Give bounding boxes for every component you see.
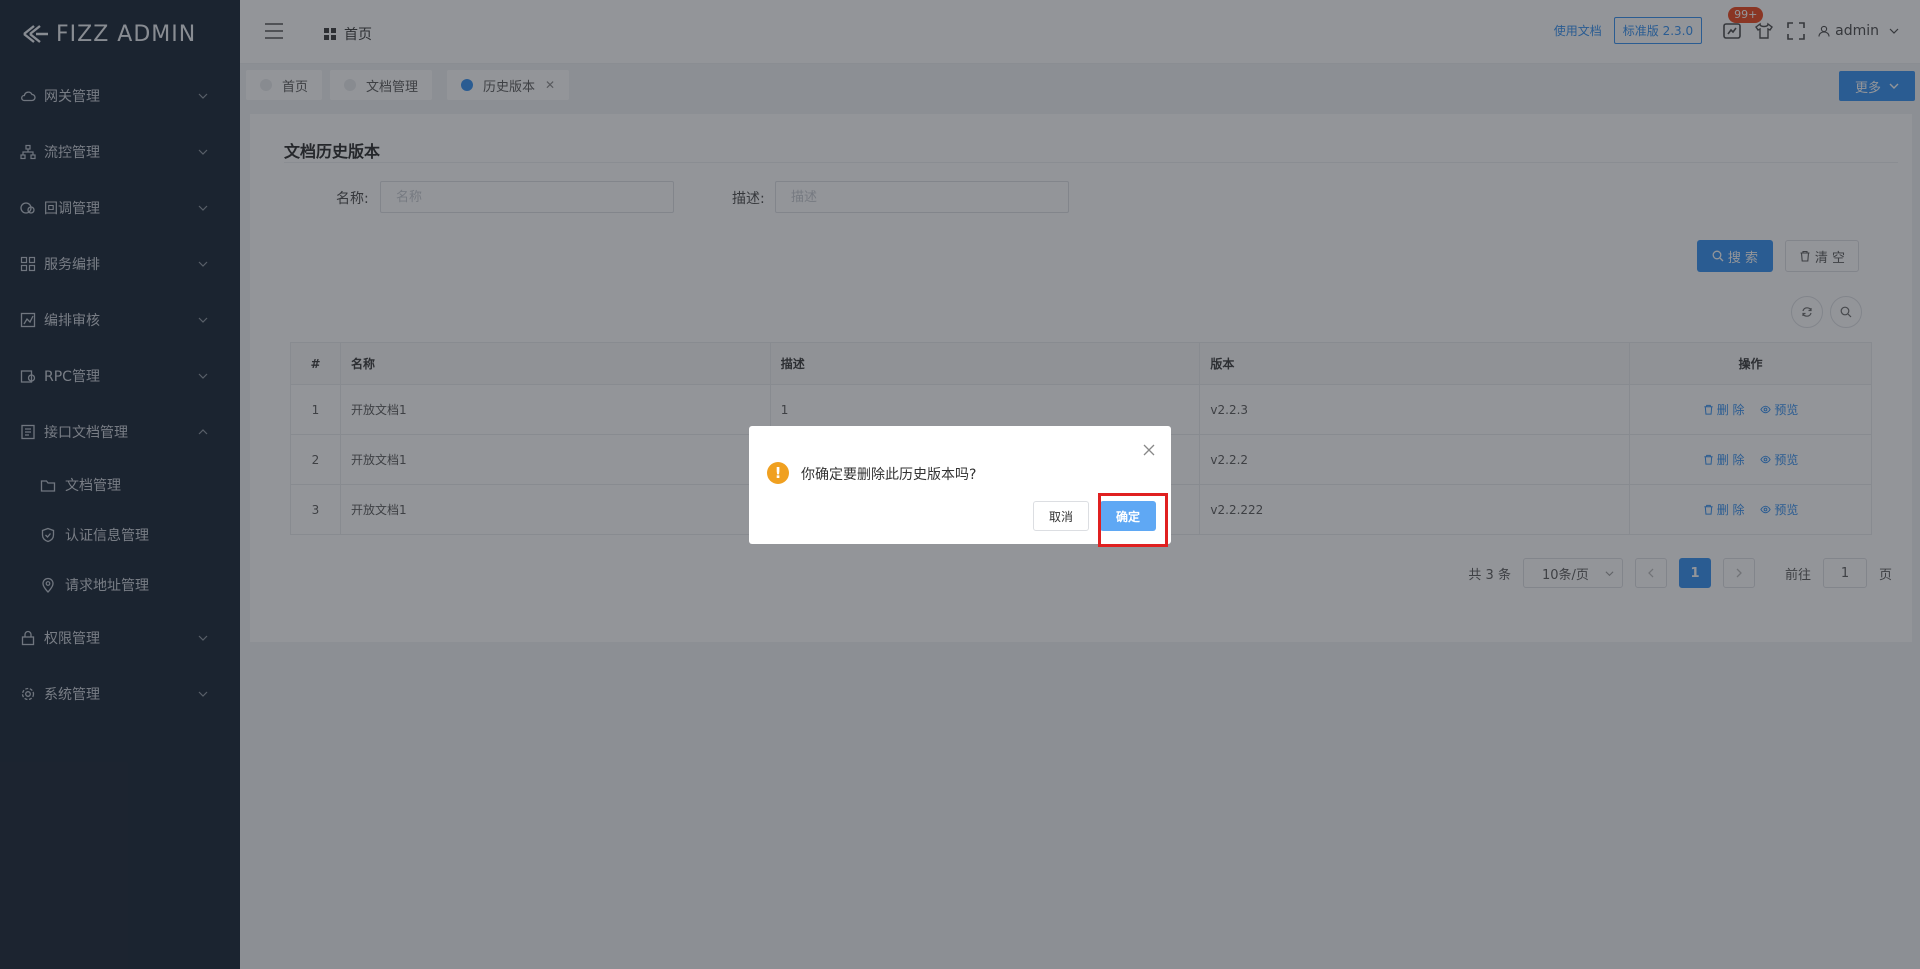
close-icon[interactable] — [1143, 444, 1155, 456]
dialog-message: 你确定要删除此历史版本吗? — [801, 467, 977, 483]
warning-icon: ! — [767, 462, 789, 484]
cancel-button[interactable]: 取消 — [1033, 501, 1089, 531]
confirm-delete-dialog: ! 你确定要删除此历史版本吗? 取消 确定 — [749, 426, 1171, 544]
confirm-button[interactable]: 确定 — [1100, 501, 1156, 531]
